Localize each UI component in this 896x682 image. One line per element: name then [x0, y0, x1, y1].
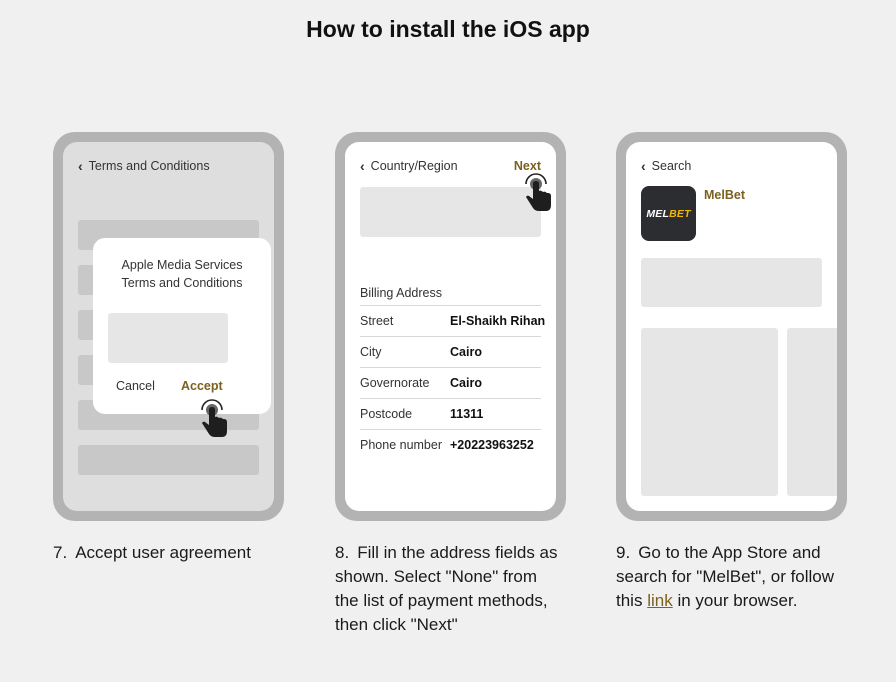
step-number: 8. — [335, 543, 350, 562]
row-key: City — [360, 345, 382, 359]
logo-text-main: MEL — [646, 207, 670, 220]
header-title: Country/Region — [370, 159, 458, 173]
phone-screen: ‹ Terms and Conditions Apple Media Servi… — [63, 142, 274, 511]
billing-address-label: Billing Address — [360, 286, 442, 300]
accept-button[interactable]: Accept — [181, 379, 223, 393]
address-row-postcode[interactable]: Postcode 11311 — [360, 398, 541, 429]
header-title: Search — [651, 159, 692, 173]
screen-header: ‹ Terms and Conditions — [78, 159, 210, 173]
screen-header: ‹ Country/Region — [360, 159, 458, 173]
chevron-left-icon: ‹ — [78, 158, 83, 174]
step-text-fragment: in your browser. — [677, 591, 798, 610]
row-key: Street — [360, 314, 394, 328]
step-text-line: the list of payment methods, — [335, 591, 548, 610]
row-value: 11311 — [450, 407, 484, 421]
row-value: Cairo — [450, 345, 482, 359]
step-text-line: Go to the App Store and — [638, 543, 821, 562]
step-number: 7. — [53, 543, 68, 562]
address-row-phone[interactable]: Phone number +20223963252 — [360, 429, 541, 460]
step-text-line: shown. Select "None" from — [335, 567, 537, 586]
phone-mockup-step-8: ‹ Country/Region Next Billing Address St… — [335, 132, 566, 521]
country-field-placeholder — [360, 187, 541, 237]
melbet-logo: MELBET — [646, 208, 690, 220]
row-value: Cairo — [450, 376, 482, 390]
step-7-caption: 7. Accept user agreement — [53, 541, 303, 565]
step-text: Accept user agreement — [75, 543, 251, 562]
address-row-street[interactable]: Street El-Shaikh Rihan — [360, 305, 545, 336]
tap-hand-icon — [525, 173, 551, 211]
screen-header: ‹ Search — [641, 159, 691, 173]
screenshot-preview — [641, 328, 778, 496]
step-text-line: search for "MelBet", or follow — [616, 567, 835, 586]
next-button[interactable]: Next — [514, 159, 541, 173]
cancel-button[interactable]: Cancel — [116, 379, 155, 393]
step-text-fragment: this — [616, 591, 643, 610]
step-text-line: then click "Next" — [335, 615, 458, 634]
chevron-left-icon: ‹ — [641, 158, 646, 174]
page-title: How to install the iOS app — [306, 16, 590, 42]
modal-title: Apple Media Services Terms and Condition… — [93, 256, 271, 292]
step-text-line: Fill in the address fields as — [357, 543, 558, 562]
screenshot-preview — [787, 328, 837, 496]
address-row-governorate[interactable]: Governorate Cairo — [360, 367, 541, 398]
phone-mockup-step-7: ‹ Terms and Conditions Apple Media Servi… — [53, 132, 284, 521]
tap-hand-icon — [201, 399, 227, 437]
step-8-caption: 8. Fill in the address fields as shown. S… — [335, 541, 585, 637]
modal-content-placeholder — [108, 313, 228, 363]
placeholder-bar — [78, 445, 259, 475]
terms-modal: Apple Media Services Terms and Condition… — [93, 238, 271, 414]
get-button-placeholder — [641, 258, 822, 307]
row-key: Postcode — [360, 407, 413, 421]
address-row-city[interactable]: City Cairo — [360, 336, 541, 367]
header-title: Terms and Conditions — [88, 159, 210, 173]
row-value: El-Shaikh Rihan — [450, 314, 546, 328]
row-key: Governorate — [360, 376, 430, 390]
logo-text-accent: BET — [669, 207, 691, 220]
phone-mockup-step-9: ‹ Search MELBET MelBet — [616, 132, 847, 521]
chevron-left-icon: ‹ — [360, 158, 365, 174]
row-key: Phone number — [360, 438, 443, 452]
app-name[interactable]: MelBet — [704, 188, 745, 202]
modal-title-line2: Terms and Conditions — [121, 276, 243, 290]
phone-screen: ‹ Search MELBET MelBet — [626, 142, 837, 511]
modal-title-line1: Apple Media Services — [121, 258, 243, 272]
melbet-app-icon[interactable]: MELBET — [641, 186, 696, 241]
row-value: +20223963252 — [450, 438, 534, 452]
step-number: 9. — [616, 543, 631, 562]
step-9-caption: 9. Go to the App Store and search for "Me… — [616, 541, 876, 613]
app-store-link[interactable]: link — [647, 591, 673, 610]
